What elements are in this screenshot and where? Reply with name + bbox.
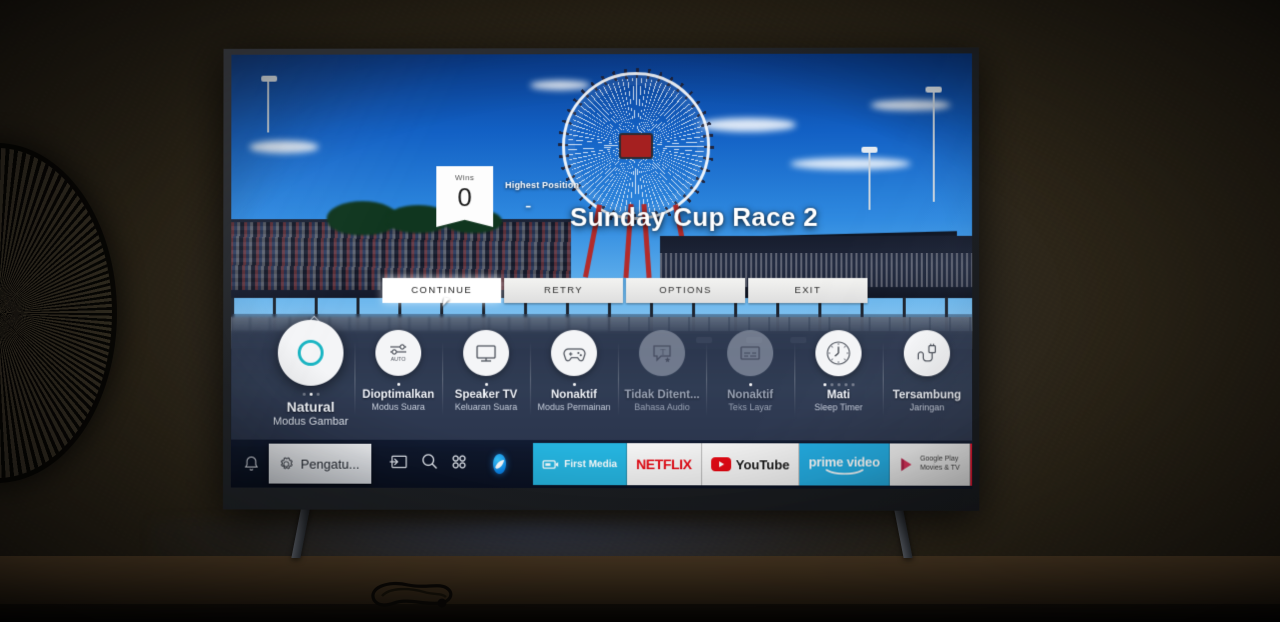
app-label: Google Play (920, 455, 959, 464)
floodlight-head (925, 86, 942, 93)
quick-setting-subtitle: Teks Layar (728, 402, 773, 413)
quick-setting-title: Dioptimalkan (362, 389, 435, 402)
prime-smile-icon (824, 468, 864, 475)
tv-screen: Wins 0 Highest Position - Sunday Cup Rac… (230, 53, 973, 489)
settings-button[interactable]: Pengatu... (268, 443, 372, 484)
quick-setting-picture-mode[interactable]: Natural Modus Gambar (267, 320, 355, 429)
home-app-bar: Pengatu... First Media NETFLIX YouTube p… (230, 439, 973, 489)
cloud (790, 157, 911, 170)
network-cable-icon (903, 330, 951, 377)
highest-position-label: Highest Position (505, 180, 580, 191)
quick-setting-title: Speaker TV (454, 389, 518, 402)
quick-setting-subtitle: Sleep Timer (814, 402, 863, 413)
cloud (249, 140, 319, 154)
wins-value: 0 (457, 182, 472, 213)
cloud (870, 99, 951, 111)
gear-icon (281, 457, 294, 470)
dots-indicator (822, 383, 855, 387)
picture-mode-icon (277, 320, 344, 387)
floodlight-pole (267, 78, 270, 133)
dots-indicator (396, 382, 400, 386)
highest-position-value: - (525, 196, 532, 218)
table-front-edge (0, 604, 1280, 622)
cloud (700, 117, 797, 132)
quick-setting-title: Nonaktif (727, 389, 774, 402)
source-input-icon[interactable] (390, 453, 409, 474)
quick-setting-title: Mati (826, 389, 851, 402)
dots-indicator (302, 392, 320, 396)
svg-text:AUTO: AUTO (391, 357, 406, 363)
app-label: YouTube (735, 456, 790, 473)
app-tiles: First Media NETFLIX YouTube prime video (533, 443, 973, 486)
app-tile-youtube[interactable]: YouTube (701, 443, 800, 486)
apps-grid-icon[interactable] (451, 453, 467, 474)
quick-setting-caption[interactable]: Nonaktif Teks Layar (706, 330, 794, 413)
settings-label: Pengatu... (300, 456, 360, 472)
app-label: NETFLIX (636, 456, 692, 473)
game-menu-options[interactable]: OPTIONS (626, 277, 746, 304)
coiled-cable (371, 581, 453, 608)
quick-setting-subtitle: Keluaran Suara (454, 402, 518, 413)
audio-language-icon: T (639, 330, 686, 377)
youtube-icon (710, 457, 731, 472)
quick-setting-subtitle: Modus Gambar (272, 416, 349, 429)
game-mode-icon (551, 330, 597, 377)
sound-mode-icon: AUTO (375, 330, 422, 377)
quick-setting-subtitle: Bahasa Audio (634, 402, 690, 413)
game-scene: Wins 0 Highest Position - Sunday Cup Rac… (231, 53, 973, 350)
quick-setting-title: Tersambung (892, 389, 962, 402)
floodlight-head (261, 75, 278, 82)
quick-setting-game-mode[interactable]: Nonaktif Modus Permainan (530, 330, 618, 412)
wins-card: Wins 0 (436, 166, 493, 227)
quick-setting-subtitle: Jaringan (909, 402, 945, 413)
game-menu-retry[interactable]: RETRY (504, 277, 624, 304)
television-bezel: Wins 0 Highest Position - Sunday Cup Rac… (222, 47, 980, 511)
svg-text:T: T (661, 348, 666, 357)
app-tile-google-play[interactable]: Google Play Movies & TV (889, 443, 970, 486)
quick-setting-network[interactable]: Tersambung Jaringan (883, 330, 972, 413)
floodlight-pole (932, 89, 935, 202)
quick-setting-title: Tidak Ditent... (624, 389, 700, 402)
quick-setting-title: Natural (286, 399, 335, 416)
google-play-icon (901, 458, 912, 472)
dots-indicator (484, 382, 488, 386)
app-tile-netflix[interactable]: NETFLIX (627, 443, 702, 486)
game-menu-continue[interactable]: CONTINUE (382, 278, 502, 303)
app-tile-first-media[interactable]: First Media (533, 443, 628, 486)
app-tile-prime-video[interactable]: prime video (799, 443, 890, 486)
dots-indicator (748, 383, 752, 387)
app-tile-iflix[interactable]: iflix (969, 443, 973, 486)
quick-setting-sound-mode[interactable]: AUTO Dioptimalkan Modus Suara (354, 330, 442, 412)
ferris-wheel (557, 66, 716, 226)
caption-icon (727, 330, 774, 377)
wins-label: Wins (455, 173, 475, 183)
quick-setting-subtitle: Modus Suara (371, 402, 425, 413)
first-media-icon (542, 459, 559, 469)
quick-icon-group (390, 453, 468, 475)
app-label: First Media (564, 458, 618, 470)
tv-speaker-icon (463, 330, 510, 377)
bell-icon[interactable] (244, 455, 259, 472)
quick-settings-row: Natural Modus Gambar AUTO Dioptimalkan M… (267, 320, 972, 429)
bixby-icon[interactable] (493, 454, 507, 475)
game-menu-exit[interactable]: EXIT (748, 277, 868, 304)
quick-setting-title: Nonaktif (550, 389, 597, 402)
clock-icon (815, 330, 862, 377)
dots-indicator (572, 382, 576, 386)
quick-setting-sleep-timer[interactable]: Mati Sleep Timer (794, 330, 882, 413)
race-title: Sunday Cup Race 2 (570, 201, 819, 233)
quick-setting-subtitle: Modus Permainan (537, 402, 611, 413)
search-icon[interactable] (421, 453, 438, 475)
floodlight-head (861, 146, 878, 153)
game-pause-menu: CONTINUE RETRY OPTIONS EXIT (382, 277, 868, 304)
app-sublabel: Movies & TV (920, 464, 960, 472)
quick-setting-sound-output[interactable]: Speaker TV Keluaran Suara (442, 330, 530, 412)
floodlight-pole (868, 149, 871, 210)
app-label: prime video (808, 454, 880, 470)
quick-setting-audio-language[interactable]: T Tidak Ditent... Bahasa Audio (618, 330, 706, 413)
quick-settings-panel: Natural Modus Gambar AUTO Dioptimalkan M… (230, 314, 973, 448)
